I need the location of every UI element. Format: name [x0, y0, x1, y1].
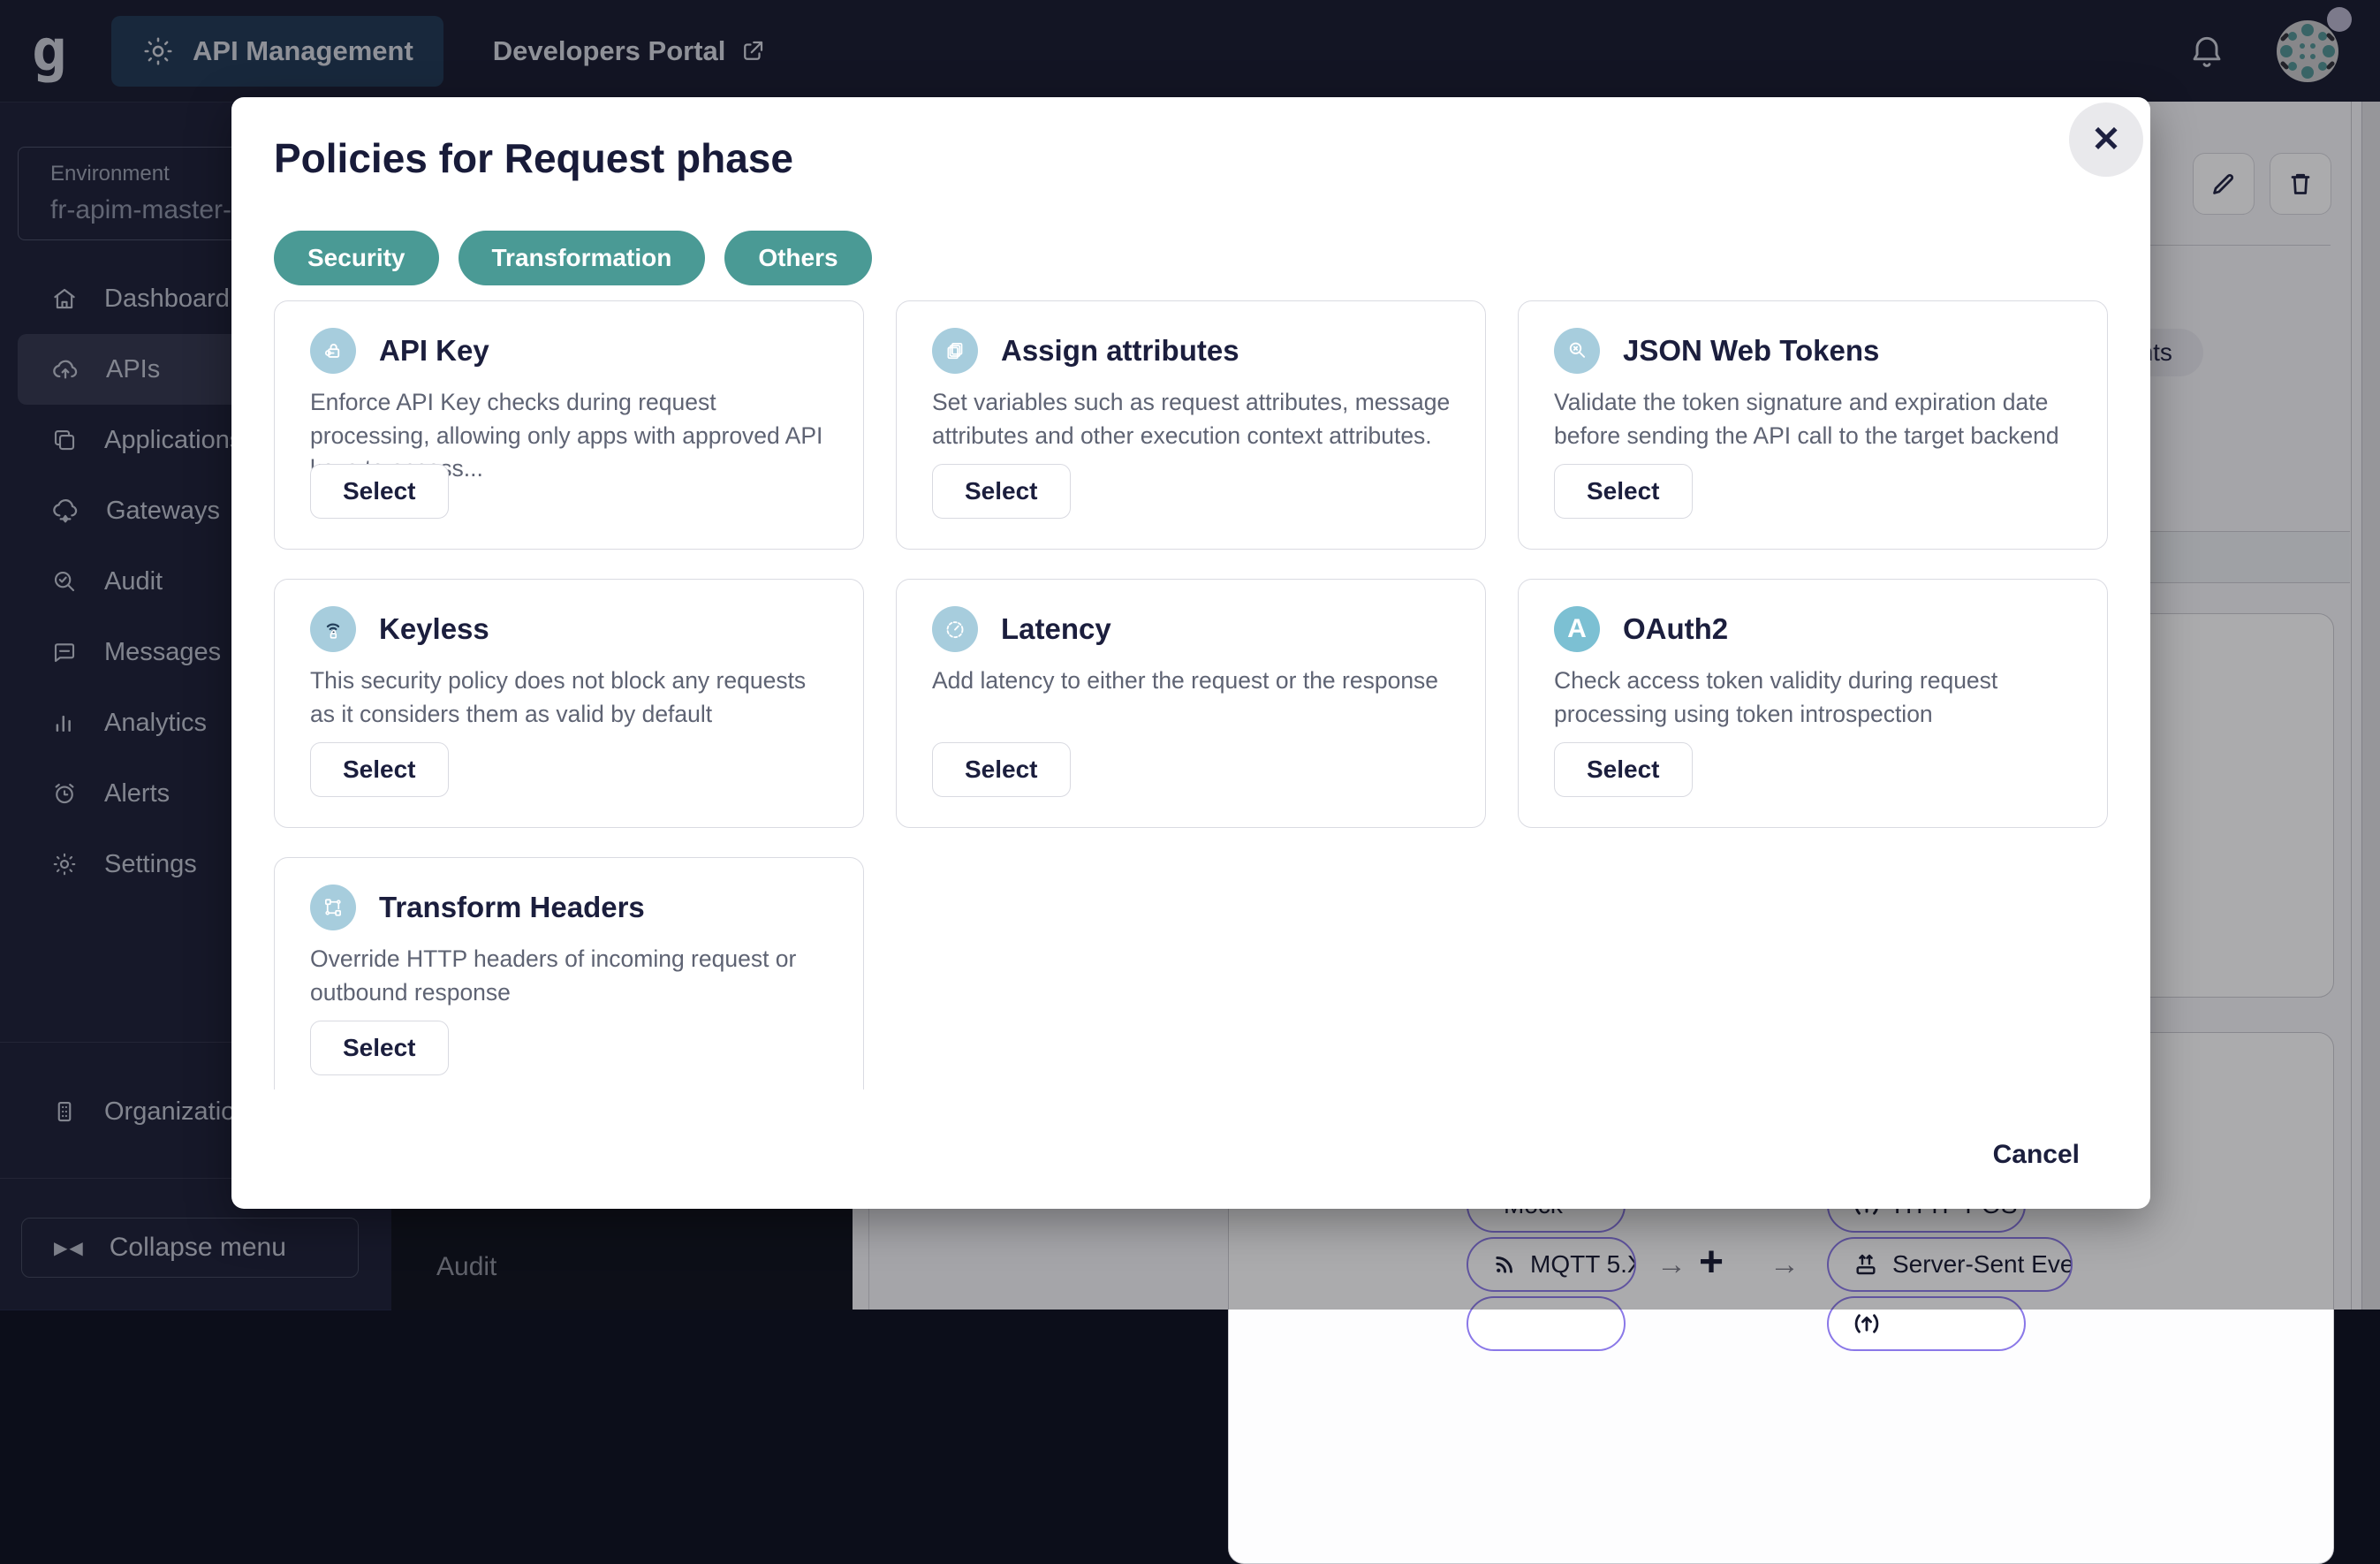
filter-chip-transformation[interactable]: Transformation: [458, 231, 706, 285]
policy-description: Add latency to either the request or the…: [932, 667, 1439, 694]
close-icon[interactable]: ✕: [2069, 102, 2143, 177]
policy-card-header: Latency: [932, 606, 1111, 652]
policy-card-header: JSON Web Tokens: [1554, 328, 1879, 374]
policy-card-header: Keyless: [310, 606, 489, 652]
select-button[interactable]: Select: [310, 1021, 449, 1075]
select-button[interactable]: Select: [310, 742, 449, 797]
select-button[interactable]: Select: [310, 464, 449, 519]
policy-description: Set variables such as request attributes…: [932, 389, 1451, 449]
policy-card-header: Transform Headers: [310, 884, 645, 930]
policy-card-grid: API Key Enforce API Key checks during req…: [274, 300, 2108, 1089]
policy-name: Keyless: [379, 612, 489, 645]
select-button[interactable]: Select: [1554, 464, 1693, 519]
policy-description: This security policy does not block any …: [310, 667, 807, 727]
policy-filter-chips: Security Transformation Others: [274, 231, 872, 285]
latency-icon: [932, 606, 978, 652]
policy-card-header: A OAuth2: [1554, 606, 1728, 652]
policy-card-latency: Latency Add latency to either the request…: [896, 579, 1486, 828]
policy-card-api-key: API Key Enforce API Key checks during req…: [274, 300, 864, 550]
filter-chip-security[interactable]: Security: [274, 231, 439, 285]
filter-chip-others[interactable]: Others: [724, 231, 872, 285]
oauth2-icon: A: [1554, 606, 1600, 652]
policy-name: Latency: [1001, 612, 1111, 645]
jwt-icon: [1554, 328, 1600, 374]
policy-name: Assign attributes: [1001, 334, 1239, 367]
keyless-icon: [310, 606, 356, 652]
policy-name: OAuth2: [1623, 612, 1729, 645]
policy-description: Override HTTP headers of incoming reques…: [310, 945, 797, 1006]
policy-name: API Key: [379, 334, 489, 367]
transform-headers-icon: [310, 884, 356, 930]
policy-card-keyless: Keyless This security policy does not blo…: [274, 579, 864, 828]
http-post-icon: [1852, 1309, 1882, 1339]
select-button[interactable]: Select: [932, 742, 1071, 797]
policy-name: JSON Web Tokens: [1623, 334, 1880, 367]
cancel-button[interactable]: Cancel: [1993, 1140, 2080, 1170]
select-button[interactable]: Select: [1554, 742, 1693, 797]
policy-card-header: API Key: [310, 328, 489, 374]
api-key-icon: [310, 328, 356, 374]
policy-card-assign-attributes: Assign attributes Set variables such as r…: [896, 300, 1486, 550]
dialog-title: Policies for Request phase: [274, 135, 793, 181]
policy-card-oauth2: A OAuth2 Check access token validity durin…: [1518, 579, 2108, 828]
policy-card-transform-headers: Transform Headers Override HTTP headers o…: [274, 857, 864, 1089]
policy-name: Transform Headers: [379, 891, 645, 923]
policy-card-header: Assign attributes: [932, 328, 1239, 374]
select-button[interactable]: Select: [932, 464, 1071, 519]
policy-description: Check access token validity during reque…: [1554, 667, 1998, 727]
policy-description: Validate the token signature and expirat…: [1554, 389, 2059, 449]
policies-dialog: Policies for Request phase ✕ Security Tra…: [231, 97, 2150, 1209]
assign-attributes-icon: [932, 328, 978, 374]
policy-card-json-web-tokens: JSON Web Tokens Validate the token signat…: [1518, 300, 2108, 550]
